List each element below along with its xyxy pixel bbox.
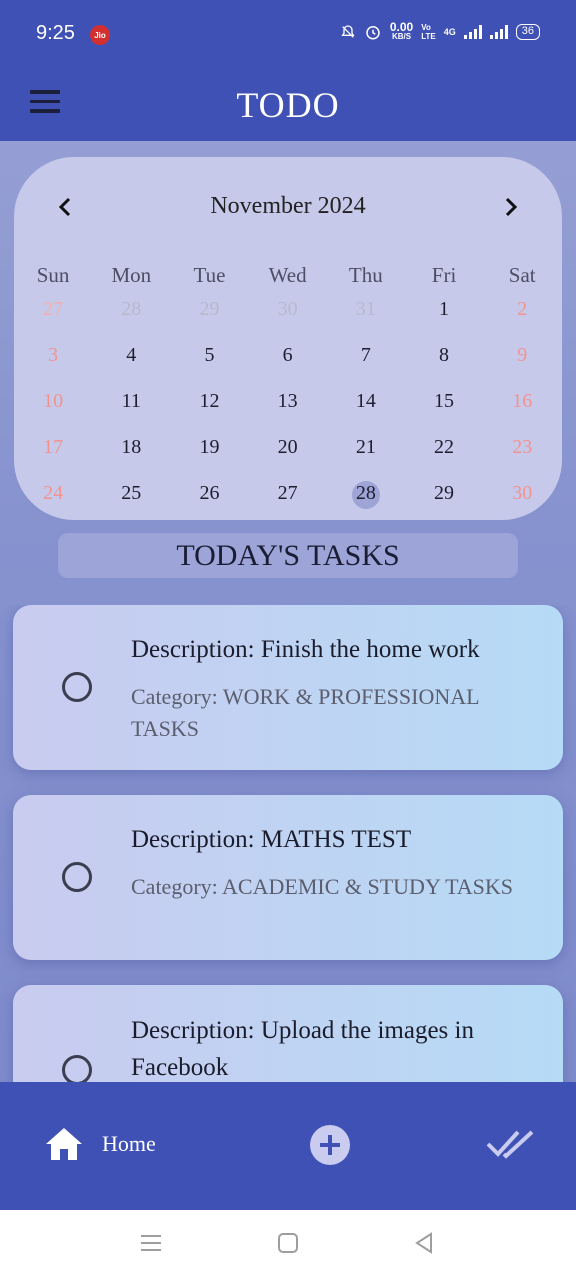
calendar-day[interactable]: 30 [483, 475, 561, 521]
volte-indicator: Vo LTE [421, 23, 436, 41]
task-card[interactable]: Description: MATHS TEST Category: ACADEM… [13, 795, 563, 960]
nav-home[interactable]: Home [44, 1126, 156, 1162]
calendar-day[interactable]: 18 [92, 429, 170, 475]
alarm-icon [366, 26, 380, 40]
calendar-week: 3 4 5 6 7 8 9 [14, 337, 562, 383]
chevron-right-icon[interactable] [498, 195, 522, 219]
calendar-day[interactable]: 23 [483, 429, 561, 475]
calendar-week: 17 18 19 20 21 22 23 [14, 429, 562, 475]
system-nav [0, 1210, 576, 1280]
status-icons: 0.00 KB/S Vo LTE 4G 36 [340, 20, 540, 42]
done-all-icon[interactable] [486, 1128, 538, 1160]
calendar-day[interactable]: 27 [249, 475, 327, 521]
mute-icon [341, 25, 355, 38]
weekday-fri: Fri [431, 263, 457, 287]
calendar-month-label: November 2024 [210, 193, 366, 219]
task-description: Description: Finish the home work [131, 636, 480, 663]
calendar-day[interactable]: 27 [14, 291, 92, 337]
calendar-day[interactable]: 29 [170, 291, 248, 337]
home-system-icon[interactable] [277, 1232, 299, 1254]
weekday-mon: Mon [111, 263, 152, 287]
calendar-day[interactable]: 29 [405, 475, 483, 521]
calendar-week: 24 25 26 27 28 29 30 [14, 475, 562, 521]
network-type: 4G [443, 27, 456, 37]
calendar-day[interactable]: 11 [92, 383, 170, 429]
app-title: TODO [236, 85, 340, 125]
calendar-day[interactable]: 14 [327, 383, 405, 429]
status-time: 9:25 [36, 22, 75, 44]
task-category: Category: WORK & PROFESSIONAL TASKS [131, 684, 479, 741]
task-description: Description: Upload the images in Facebo… [131, 1017, 474, 1081]
calendar-day[interactable]: 28 [92, 291, 170, 337]
weekday-tue: Tue [193, 263, 226, 287]
calendar-day[interactable]: 2 [483, 291, 561, 337]
task-complete-radio[interactable] [62, 672, 92, 702]
task-card[interactable]: Description: Upload the images in Facebo… [13, 985, 563, 1082]
back-icon[interactable] [413, 1232, 435, 1254]
calendar-week: 10 11 12 13 14 15 16 [14, 383, 562, 429]
calendar-day[interactable]: 24 [14, 475, 92, 521]
calendar-day[interactable]: 12 [170, 383, 248, 429]
task-complete-radio[interactable] [62, 862, 92, 892]
weekday-wed: Wed [268, 263, 307, 287]
home-icon [46, 1128, 82, 1160]
task-description: Description: MATHS TEST [131, 826, 412, 853]
calendar-day[interactable]: 19 [170, 429, 248, 475]
bottom-nav: Home [0, 1082, 576, 1210]
recent-apps-icon[interactable] [140, 1232, 162, 1254]
calendar-day[interactable]: 3 [14, 337, 92, 383]
battery-icon: 36 [515, 24, 540, 40]
calendar-grid: Sun Mon Tue Wed Thu Fri Sat 27 28 29 30 … [14, 257, 562, 521]
calendar-day[interactable]: 7 [327, 337, 405, 383]
calendar-day[interactable]: 13 [249, 383, 327, 429]
calendar-day[interactable]: 8 [405, 337, 483, 383]
calendar-day[interactable]: 22 [405, 429, 483, 475]
task-list: Description: Finish the home work Catego… [0, 605, 576, 1082]
app-bar: TODO [0, 70, 576, 141]
weekday-sun: Sun [36, 263, 70, 287]
signal-icon [463, 25, 482, 39]
calendar-day[interactable]: 26 [170, 475, 248, 521]
calendar-weekday-row: Sun Mon Tue Wed Thu Fri Sat [14, 257, 562, 291]
calendar-day[interactable]: 4 [92, 337, 170, 383]
add-task-button[interactable] [310, 1125, 350, 1165]
calendar-day[interactable]: 9 [483, 337, 561, 383]
calendar-day[interactable]: 15 [405, 383, 483, 429]
weekday-thu: Thu [348, 263, 383, 287]
task-category: Category: ACADEMIC & STUDY TASKS [131, 874, 514, 899]
calendar-day[interactable]: 16 [483, 383, 561, 429]
carrier-badge: Jio [90, 25, 110, 45]
tasks-heading: TODAY'S TASKS [58, 533, 518, 578]
calendar-week: 27 28 29 30 31 1 2 [14, 291, 562, 337]
calendar-day[interactable]: 17 [14, 429, 92, 475]
calendar-day[interactable]: 1 [405, 291, 483, 337]
nav-home-label: Home [102, 1131, 156, 1156]
calendar-day[interactable]: 20 [249, 429, 327, 475]
calendar-day[interactable]: 10 [14, 383, 92, 429]
calendar-day[interactable]: 30 [249, 291, 327, 337]
task-complete-radio[interactable] [62, 1055, 92, 1082]
calendar-day[interactable]: 31 [327, 291, 405, 337]
status-bar: 9:25 Jio 0.00 KB/S Vo LTE 4G 36 [0, 0, 576, 70]
calendar-day[interactable]: 5 [170, 337, 248, 383]
calendar-day[interactable]: 25 [92, 475, 170, 521]
signal-icon-2 [489, 25, 508, 39]
calendar: November 2024 Sun Mon Tue Wed Thu Fri Sa… [14, 157, 562, 520]
calendar-day[interactable]: 6 [249, 337, 327, 383]
calendar-day-selected[interactable]: 28 [327, 475, 405, 521]
weekday-sat: Sat [508, 263, 536, 287]
net-speed: 0.00 KB/S [389, 20, 414, 41]
calendar-day[interactable]: 21 [327, 429, 405, 475]
task-card[interactable]: Description: Finish the home work Catego… [13, 605, 563, 770]
